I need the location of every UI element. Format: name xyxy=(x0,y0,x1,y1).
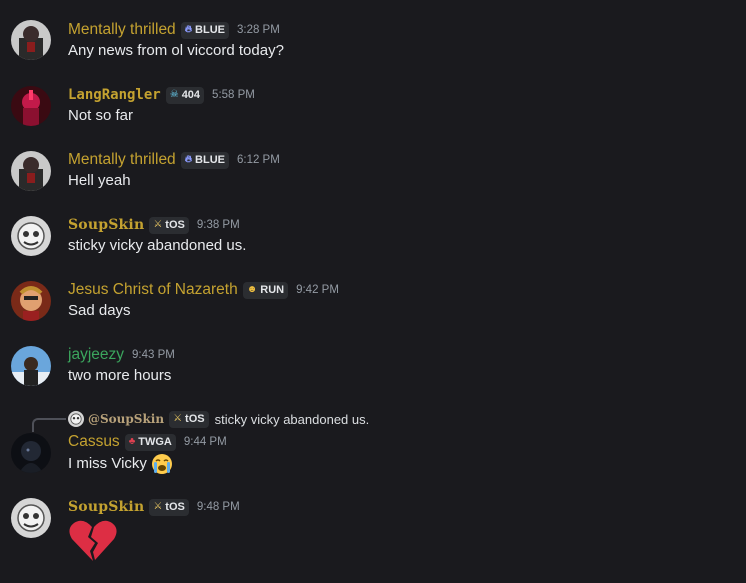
avatar[interactable] xyxy=(11,20,51,60)
message-item: SoupSkin ⚔︎ tOS 9:38 PM sticky vicky aban… xyxy=(0,213,746,269)
timestamp: 6:12 PM xyxy=(236,154,280,166)
timestamp: 5:58 PM xyxy=(212,89,255,101)
sword-icon: ⚔︎ xyxy=(173,413,183,424)
timestamp: 9:44 PM xyxy=(183,436,227,448)
avatar[interactable] xyxy=(11,151,51,191)
role-tag[interactable]: ☻︎ RUN xyxy=(242,281,289,299)
avatar[interactable] xyxy=(11,346,51,386)
broken-heart-icon xyxy=(69,520,117,561)
author-name[interactable]: Cassus xyxy=(68,433,120,451)
role-tag[interactable]: 🔥︎ BLUE xyxy=(180,21,229,39)
role-tag[interactable]: ⚔︎ tOS xyxy=(149,216,189,234)
message-item: SoupSkin ⚔︎ tOS 9:48 PM xyxy=(0,495,746,561)
message-text: Not so far xyxy=(68,107,134,124)
author-name[interactable]: jayjeezy xyxy=(68,346,124,364)
timestamp: 3:28 PM xyxy=(236,24,280,36)
avatar[interactable] xyxy=(11,433,51,473)
reply-avatar xyxy=(68,411,84,427)
loudly-crying-face-icon xyxy=(152,454,173,474)
message-item: jayjeezy 9:43 PM two more hours xyxy=(0,343,746,399)
mushroom-icon: ♣︎ xyxy=(128,436,136,447)
sword-icon: ⚔︎ xyxy=(153,219,163,230)
timestamp: 9:48 PM xyxy=(196,501,240,513)
message-text: I miss Vicky xyxy=(68,453,173,475)
message-item: Mentally thrilled 🔥︎ BLUE 3:28 PM Any new… xyxy=(0,18,746,74)
author-name[interactable]: SoupSkin xyxy=(68,217,144,233)
avatar[interactable] xyxy=(11,86,51,126)
timestamp: 9:42 PM xyxy=(296,284,339,296)
reply-preview[interactable]: @SoupSkin ⚔︎ tOS sticky vicky abandoned u… xyxy=(68,410,369,428)
timestamp: 9:38 PM xyxy=(196,219,240,231)
role-tag[interactable]: ⚔︎ tOS xyxy=(149,498,189,516)
skull-icon: ☠︎ xyxy=(169,89,179,100)
author-name[interactable]: SoupSkin xyxy=(68,499,144,515)
sword-icon: ⚔︎ xyxy=(153,501,163,512)
role-tag[interactable]: ☠︎ 404 xyxy=(165,86,205,104)
role-tag[interactable]: ♣︎ TWGA xyxy=(124,433,176,451)
avatar[interactable] xyxy=(11,281,51,321)
avatar[interactable] xyxy=(11,498,51,538)
angry-face-icon: ☻︎ xyxy=(246,284,258,295)
timestamp: 9:43 PM xyxy=(132,349,175,361)
reply-text: sticky vicky abandoned us. xyxy=(214,411,370,427)
role-tag: ⚔︎ tOS xyxy=(169,410,209,428)
message-item: Mentally thrilled 🔥︎ BLUE 6:12 PM Hell ye… xyxy=(0,148,746,204)
author-name[interactable]: Mentally thrilled xyxy=(68,151,176,169)
message-emoji xyxy=(68,519,118,567)
message-text: Hell yeah xyxy=(68,172,131,189)
author-name[interactable]: LangRangler xyxy=(68,87,161,103)
fire-icon: 🔥︎ xyxy=(184,154,193,165)
author-name[interactable]: Jesus Christ of Nazareth xyxy=(68,281,238,299)
message-text: sticky vicky abandoned us. xyxy=(68,237,247,254)
fire-icon: 🔥︎ xyxy=(184,24,193,35)
message-item: LangRangler ☠︎ 404 5:58 PM Not so far xyxy=(0,83,746,139)
author-name[interactable]: Mentally thrilled xyxy=(68,21,176,39)
message-text: Sad days xyxy=(68,302,131,319)
role-tag[interactable]: 🔥︎ BLUE xyxy=(180,151,229,169)
message-item: Jesus Christ of Nazareth ☻︎ RUN 9:42 PM S… xyxy=(0,278,746,334)
message-text: Any news from ol viccord today? xyxy=(68,42,284,59)
avatar[interactable] xyxy=(11,216,51,256)
message-item: Cassus ♣︎ TWGA 9:44 PM I miss Vicky xyxy=(0,430,746,486)
message-text: two more hours xyxy=(68,367,172,384)
reply-author[interactable]: @SoupSkin xyxy=(88,412,164,426)
